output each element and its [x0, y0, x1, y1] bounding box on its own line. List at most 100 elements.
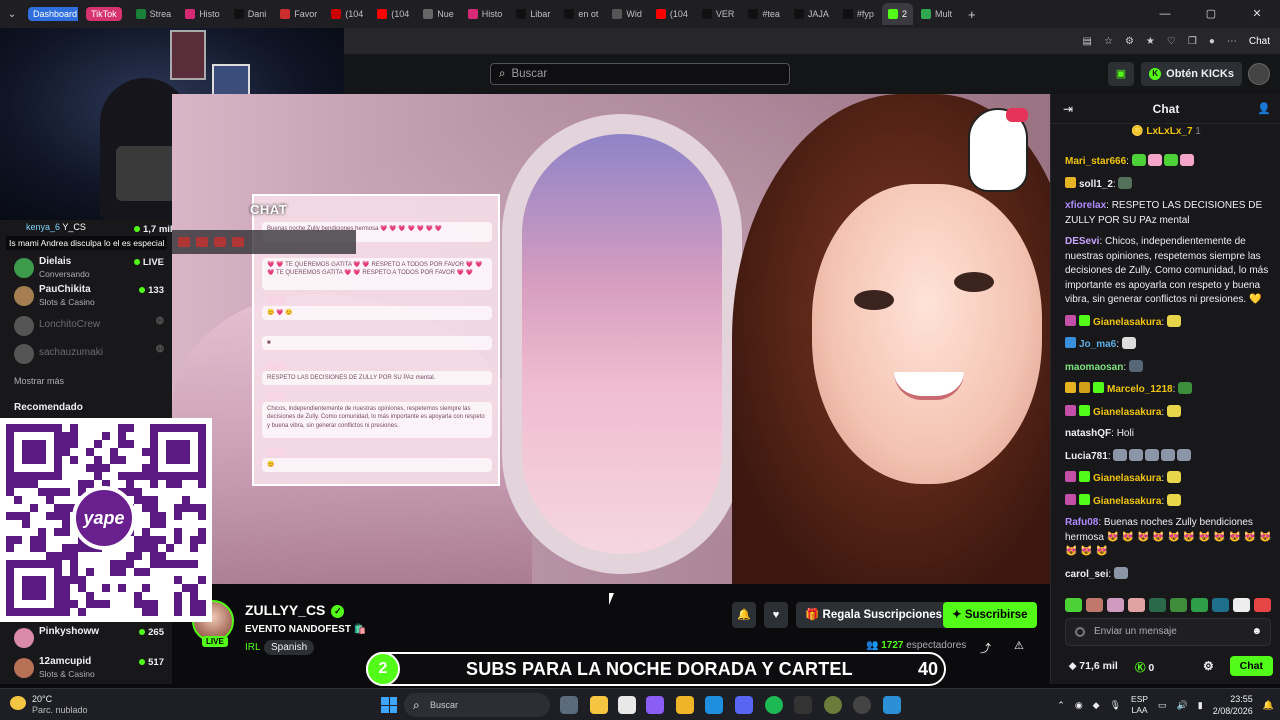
start-menu-icon[interactable] — [381, 697, 397, 713]
tray-overflow-icon[interactable]: ⌃ — [1057, 700, 1065, 711]
browser-tab[interactable]: Wid — [606, 3, 648, 25]
chat-username[interactable]: Gianelasakura — [1093, 407, 1161, 418]
chat-badge-icon[interactable] — [1065, 382, 1076, 393]
spotify-icon[interactable] — [765, 696, 783, 714]
file-explorer-icon[interactable] — [590, 696, 608, 714]
quick-emote-icon[interactable] — [1065, 598, 1082, 612]
folder-icon[interactable] — [676, 696, 694, 714]
chat-username[interactable]: Gianelasakura — [1093, 317, 1161, 328]
tab-list-dropdown-icon[interactable]: ⌄ — [4, 9, 20, 20]
kicks-balance[interactable]: Ⓚ 0 — [1135, 660, 1154, 675]
chat-badge-icon[interactable] — [1065, 471, 1076, 482]
sidebar-channel-pauchikita[interactable]: PauChikita Slots & Casino 133 — [14, 282, 164, 310]
quick-emote-icon[interactable] — [1254, 598, 1271, 612]
sidebar-channel-dielais[interactable]: Dielais Conversando LIVE — [14, 254, 164, 282]
browser-tab[interactable]: JAJA — [788, 3, 835, 25]
emoji-picker-icon[interactable]: ☻ — [1251, 619, 1262, 645]
browser-tab[interactable]: Dani — [228, 3, 273, 25]
chat-badge-icon[interactable] — [1065, 493, 1076, 505]
channel-points[interactable]: ⬥ 71,6 mil — [1069, 660, 1118, 673]
gift-subscriptions-button[interactable]: 🎁 Regala Suscripciones — [796, 602, 952, 628]
chat-username[interactable]: carol_sei — [1065, 569, 1108, 580]
profile-icon[interactable]: ● — [1209, 36, 1215, 47]
minimize-button[interactable]: — — [1142, 0, 1188, 28]
chat-badge-icon[interactable] — [1065, 176, 1076, 188]
browser-tab[interactable]: en ot — [558, 3, 604, 25]
browser-tab[interactable]: Histo — [179, 3, 226, 25]
notification-bell-button[interactable]: 🔔 — [732, 602, 756, 628]
chat-username[interactable]: Gianelasakura — [1093, 473, 1161, 484]
collections-icon[interactable]: ❐ — [1188, 36, 1197, 47]
chat-username[interactable]: maomaosan — [1065, 362, 1123, 373]
chat-badge-icon[interactable] — [1079, 471, 1090, 482]
favorite-star-icon[interactable]: ☆ — [1104, 36, 1113, 47]
quick-emote-icon[interactable] — [1191, 598, 1208, 612]
chat-badge-icon[interactable] — [1079, 382, 1090, 393]
browser-tab[interactable]: (104 — [325, 3, 369, 25]
report-icon[interactable]: ⚠ — [1014, 639, 1024, 652]
chat-badge-icon[interactable] — [1065, 337, 1076, 348]
chat-message-input[interactable]: Enviar un mensaje ☻ — [1065, 618, 1271, 646]
browser-essentials-icon[interactable]: ♡ — [1167, 36, 1176, 47]
sidebar-channel-sachauzumaki[interactable]: sachauzumaki ◍ — [14, 340, 164, 368]
search-input[interactable]: ⌕ Buscar — [490, 63, 790, 85]
microphone-icon[interactable]: 🎙 — [1110, 700, 1121, 711]
browser-tab[interactable]: #tea — [742, 3, 786, 25]
notifications-bell-icon[interactable]: 🔔 — [1263, 700, 1274, 711]
pinned-gifter[interactable]: 🪙 LxLxLx_7 1 — [1051, 126, 1280, 137]
app-icon[interactable] — [794, 696, 812, 714]
language-tag[interactable]: Spanish — [264, 640, 315, 655]
discord-icon[interactable] — [735, 696, 753, 714]
quick-emote-icon[interactable] — [1233, 598, 1250, 612]
user-avatar[interactable] — [1248, 63, 1270, 85]
share-icon[interactable]: ⤴ — [980, 640, 991, 656]
subscribe-button[interactable]: ✦ Suscribirse — [943, 602, 1037, 628]
app-icon[interactable] — [853, 696, 871, 714]
chat-username[interactable]: Marcelo_1218 — [1107, 384, 1173, 395]
chat-badge-icon[interactable] — [1079, 314, 1090, 326]
app-icon[interactable] — [824, 696, 842, 714]
app-icon[interactable] — [883, 696, 901, 714]
clock[interactable]: 23:55 2/08/2026 — [1213, 693, 1253, 717]
extensions-icon[interactable]: ⚙ — [1125, 36, 1134, 47]
browser-tab[interactable]: Nue — [417, 3, 460, 25]
maximize-button[interactable]: ▢ — [1188, 0, 1234, 28]
show-more-link[interactable]: Mostrar más — [14, 376, 64, 386]
browser-tab[interactable]: Dashboard — [22, 3, 78, 25]
chat-username[interactable]: soll1_2 — [1079, 179, 1113, 190]
send-chat-button[interactable]: Chat — [1229, 656, 1273, 676]
browser-tab[interactable]: #fyp — [837, 3, 880, 25]
chat-username[interactable]: xfiorelax — [1065, 200, 1106, 211]
browser-tab[interactable]: Histo — [462, 3, 509, 25]
tray-app-icon[interactable]: ◆ — [1093, 700, 1100, 711]
chat-badge-icon[interactable] — [1065, 314, 1076, 326]
favorites-icon[interactable]: ★ — [1146, 36, 1155, 47]
browser-tab[interactable]: Favor — [274, 3, 323, 25]
sidebar-channel-12amcupid[interactable]: 12amcupid Slots & Casino 517 — [14, 654, 164, 682]
more-menu-icon[interactable]: ⋯ — [1227, 36, 1237, 47]
chat-users-icon[interactable]: 👤 — [1257, 102, 1271, 115]
quick-emote-icon[interactable] — [1170, 598, 1187, 612]
streamer-name[interactable]: ZULLYY_CS ✓ — [245, 602, 345, 618]
chat-username[interactable]: Lucia781 — [1065, 451, 1108, 462]
quick-emote-icon[interactable] — [1086, 598, 1103, 612]
browser-tab[interactable]: Mult — [915, 3, 958, 25]
quick-emote-icon[interactable] — [1128, 598, 1145, 612]
copilot-chat-button[interactable]: Chat — [1249, 36, 1270, 47]
network-icon[interactable]: ▭ — [1158, 700, 1167, 711]
quick-emote-icon[interactable] — [1212, 598, 1229, 612]
chat-username[interactable]: natashQF — [1065, 428, 1111, 439]
browser-tab[interactable]: (104 — [650, 3, 694, 25]
chat-badge-icon[interactable] — [1065, 404, 1076, 416]
sidebar-channel-pinkyshoww[interactable]: Pinkyshoww 265 — [14, 624, 164, 652]
follow-heart-button[interactable]: ♥ — [764, 602, 788, 628]
close-window-button[interactable]: ✕ — [1234, 0, 1280, 28]
chat-badge-icon[interactable] — [1079, 404, 1090, 416]
browser-tab[interactable]: TikTok — [80, 3, 128, 25]
new-tab-button[interactable]: + — [960, 7, 984, 22]
browser-tab[interactable]: 2 — [881, 3, 913, 25]
quick-emote-icon[interactable] — [1107, 598, 1124, 612]
chat-badge-icon[interactable] — [1093, 382, 1104, 393]
volume-icon[interactable]: 🔊 — [1177, 700, 1188, 711]
notepad-icon[interactable] — [618, 696, 636, 714]
